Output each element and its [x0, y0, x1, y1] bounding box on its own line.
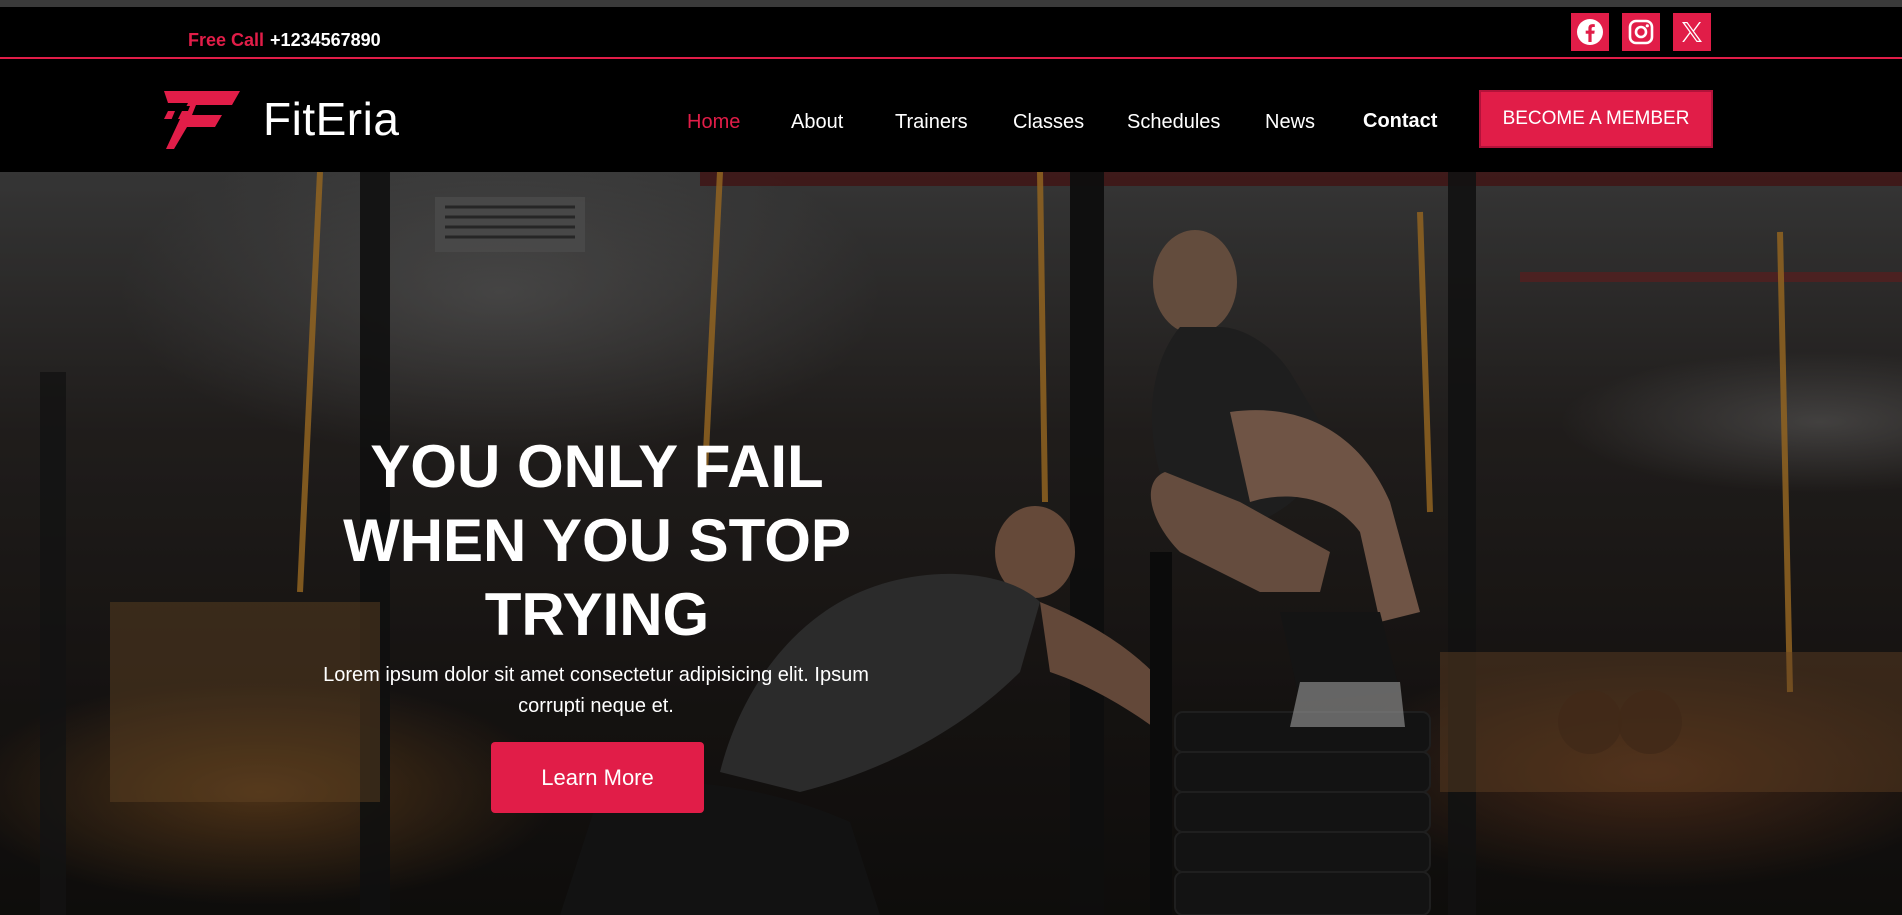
- x-link[interactable]: [1673, 13, 1711, 51]
- nav-contact[interactable]: Contact: [1363, 110, 1437, 133]
- hero-subtitle: Lorem ipsum dolor sit amet consectetur a…: [323, 664, 869, 717]
- nav-schedules[interactable]: Schedules: [1127, 111, 1220, 134]
- instagram-link[interactable]: [1622, 13, 1660, 51]
- hero-title-line-3: TRYING: [484, 581, 710, 648]
- hero-title: YOU ONLY FAIL WHEN YOU STOP TRYING: [300, 430, 894, 652]
- nav-trainers[interactable]: Trainers: [895, 111, 968, 134]
- nav-news[interactable]: News: [1265, 111, 1315, 134]
- top-contact-bar: Free Call +1234567890: [0, 7, 1902, 59]
- instagram-icon: [1628, 19, 1654, 45]
- logo-f-mark[interactable]: [160, 89, 242, 151]
- hero-title-line-1: YOU ONLY FAIL: [370, 433, 824, 500]
- free-call-label: Free Call: [188, 30, 265, 50]
- x-icon: [1682, 22, 1702, 42]
- nav-about[interactable]: About: [791, 111, 843, 134]
- phone-number[interactable]: +1234567890: [270, 30, 381, 50]
- hero-title-line-2: WHEN YOU STOP: [343, 507, 851, 574]
- brand-name[interactable]: FitEria: [263, 92, 399, 146]
- facebook-icon: [1577, 19, 1603, 45]
- hero-background-image: [0, 172, 1902, 915]
- learn-more-button[interactable]: Learn More: [491, 742, 704, 813]
- become-member-button[interactable]: BECOME A MEMBER: [1479, 90, 1713, 148]
- nav-classes[interactable]: Classes: [1013, 111, 1084, 134]
- nav-home[interactable]: Home: [687, 111, 740, 134]
- facebook-link[interactable]: [1571, 13, 1609, 51]
- hero-section: YOU ONLY FAIL WHEN YOU STOP TRYING Lorem…: [0, 172, 1902, 915]
- main-navbar: FitEria Home About Trainers Classes Sche…: [0, 61, 1902, 172]
- browser-top-strip: [0, 0, 1902, 7]
- free-call[interactable]: Free Call +1234567890: [188, 30, 381, 51]
